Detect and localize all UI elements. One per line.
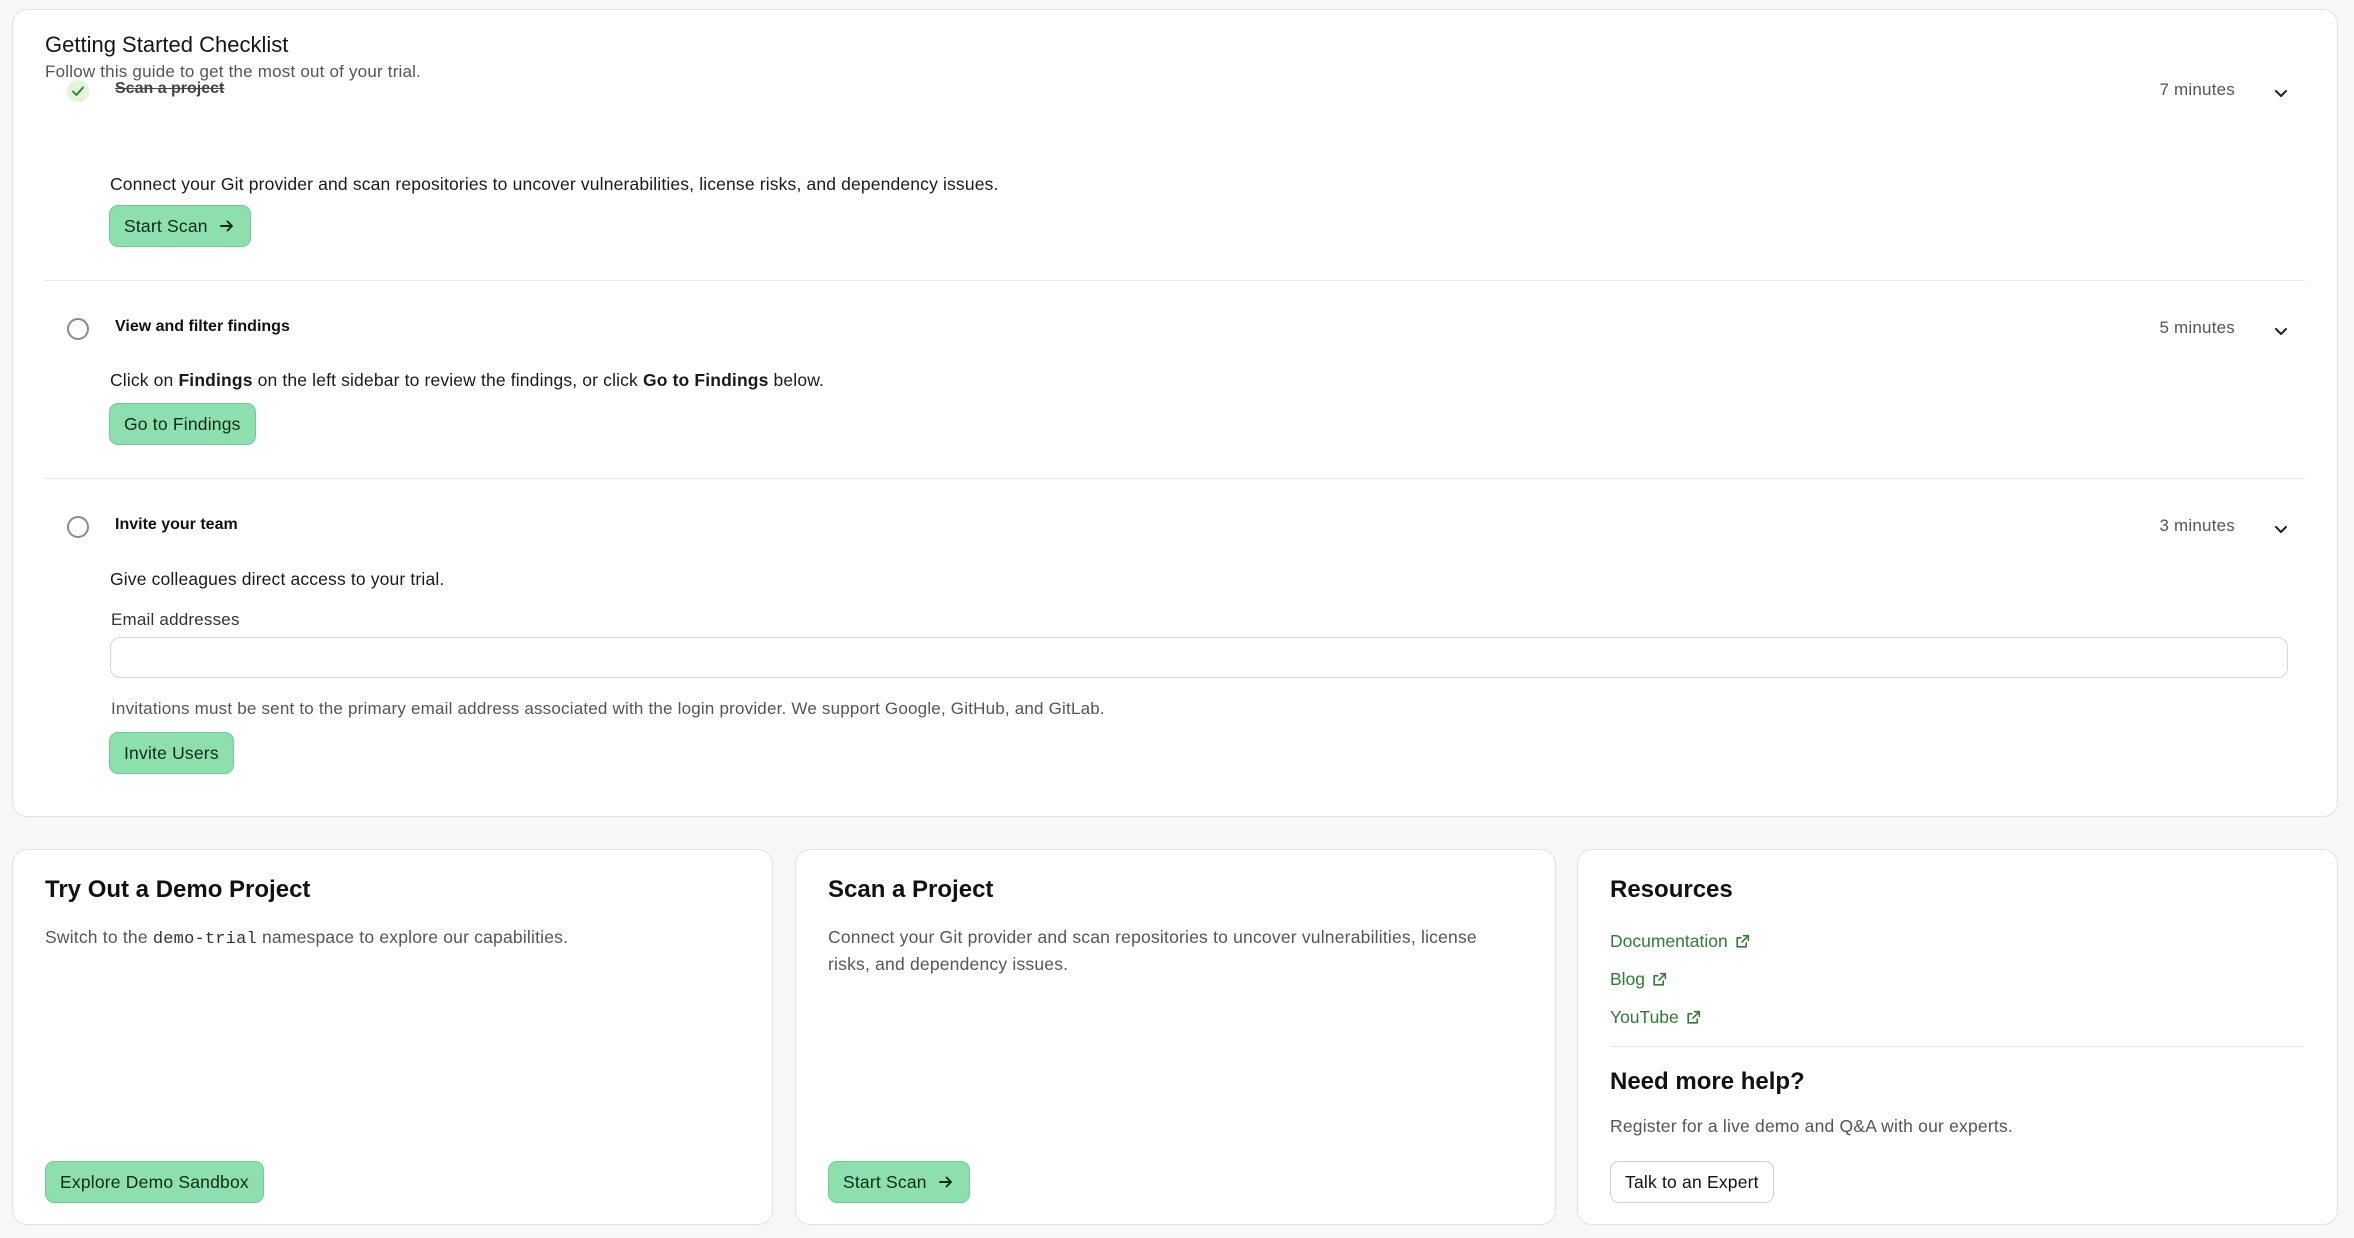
desc-bold-findings: Findings — [178, 370, 253, 390]
demo-namespace-code: demo-trial — [152, 930, 257, 949]
checklist-item-time: 5 minutes — [2159, 318, 2235, 337]
checklist-item-title: Scan a project — [115, 80, 225, 97]
button-label: Invite Users — [124, 742, 219, 763]
scan-card-text: Connect your Git provider and scan repos… — [828, 924, 1477, 978]
external-link-icon — [1736, 934, 1749, 948]
explore-demo-sandbox-button[interactable]: Explore Demo Sandbox — [45, 1161, 264, 1203]
invite-hint-text: Invitations must be sent to the primary … — [111, 699, 1105, 718]
button-label: Start Scan — [843, 1171, 927, 1192]
documentation-link[interactable]: Documentation — [1610, 931, 1751, 952]
chevron-down-icon[interactable] — [2271, 83, 2291, 103]
link-label: YouTube — [1610, 1007, 1679, 1027]
button-label: Talk to an Expert — [1625, 1171, 1759, 1192]
talk-to-expert-button[interactable]: Talk to an Expert — [1610, 1161, 1774, 1203]
checklist-item-scan-project: Scan a project 7 minutes Connect your Gi… — [45, 70, 2305, 194]
circle-icon[interactable] — [67, 516, 89, 538]
checklist-item-time: 7 minutes — [2159, 80, 2235, 99]
start-scan-button[interactable]: Start Scan — [828, 1161, 970, 1203]
checklist-item-header[interactable]: Scan a project 7 minutes — [45, 70, 2305, 114]
demo-text: Switch to the — [45, 927, 153, 947]
button-label: Start Scan — [124, 215, 208, 236]
checklist-item-time: 3 minutes — [2159, 516, 2235, 535]
divider — [45, 280, 2305, 281]
checklist-item-description: Connect your Git provider and scan repos… — [110, 174, 999, 194]
external-link-icon — [1653, 972, 1667, 986]
scan-project-card: Scan a Project Connect your Git provider… — [795, 849, 1556, 1225]
checklist-item-title: Invite your team — [115, 516, 238, 533]
checklist-item-description: Click on Findings on the left sidebar to… — [110, 370, 824, 391]
resources-card: Resources Documentation Blog YouTube Nee… — [1577, 849, 2338, 1225]
divider — [1610, 1046, 2304, 1047]
blog-link[interactable]: Blog — [1610, 969, 1668, 990]
demo-project-card: Try Out a Demo Project Switch to the dem… — [12, 849, 773, 1225]
email-addresses-label: Email addresses — [111, 610, 240, 629]
button-label: Go to Findings — [124, 413, 241, 434]
scan-text-line: Connect your Git provider and scan repos… — [828, 927, 1477, 947]
getting-started-checklist: Getting Started Checklist Follow this gu… — [12, 9, 2338, 817]
go-to-findings-button[interactable]: Go to Findings — [109, 403, 256, 445]
circle-icon[interactable] — [67, 318, 89, 340]
invite-users-button[interactable]: Invite Users — [109, 732, 234, 774]
checklist-item-title: View and filter findings — [115, 318, 290, 335]
arrow-right-icon — [219, 220, 233, 232]
checklist-item-invite-team: Invite your team 3 minutes — [45, 506, 2305, 566]
checklist-item-view-findings: View and filter findings 5 minutes Click… — [45, 308, 2305, 428]
link-label: Documentation — [1610, 931, 1728, 951]
demo-card-title: Try Out a Demo Project — [45, 876, 311, 903]
help-title: Need more help? — [1610, 1068, 1805, 1095]
resources-title: Resources — [1610, 876, 1733, 903]
email-addresses-input[interactable] — [110, 637, 2288, 678]
demo-card-text: Switch to the demo-trial namespace to ex… — [45, 924, 568, 953]
desc-text: below. — [768, 370, 825, 390]
help-text: Register for a live demo and Q&A with ou… — [1610, 1116, 2013, 1136]
checklist-item-header[interactable]: View and filter findings 5 minutes — [45, 308, 2305, 352]
check-icon — [67, 80, 89, 102]
desc-text: on the left sidebar to review the findin… — [252, 370, 643, 390]
checklist-title: Getting Started Checklist — [45, 32, 289, 57]
demo-text: namespace to explore our capabilities. — [256, 927, 569, 947]
chevron-down-icon[interactable] — [2271, 321, 2291, 341]
arrow-right-icon — [938, 1176, 952, 1188]
desc-text: Click on — [110, 370, 179, 390]
start-scan-button[interactable]: Start Scan — [109, 205, 251, 247]
checklist-item-header[interactable]: Invite your team 3 minutes — [45, 506, 2305, 550]
checklist-item-description: Give colleagues direct access to your tr… — [110, 569, 445, 589]
desc-bold-go-to-findings: Go to Findings — [642, 370, 769, 390]
button-label: Explore Demo Sandbox — [60, 1171, 249, 1192]
scan-text-line: risks, and dependency issues. — [828, 954, 1069, 974]
scan-card-title: Scan a Project — [828, 876, 994, 903]
youtube-link[interactable]: YouTube — [1610, 1007, 1702, 1028]
external-link-icon — [1687, 1010, 1700, 1024]
link-label: Blog — [1610, 969, 1646, 989]
chevron-down-icon[interactable] — [2271, 519, 2291, 539]
divider — [45, 478, 2305, 479]
